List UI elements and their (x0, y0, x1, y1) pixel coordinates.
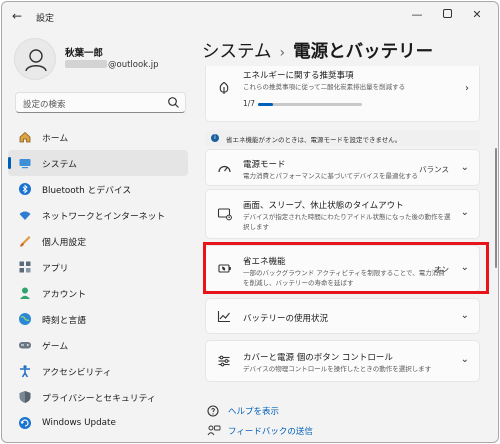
sleep-desc-line2: 択します (243, 223, 269, 231)
chevron-down-icon: ⌄ (460, 354, 469, 365)
speedometer-icon (218, 165, 231, 173)
sidebar-item-label: 時刻と言語 (42, 315, 86, 326)
battery-usage-title: バッテリーの使用状況 (243, 314, 329, 324)
breadcrumb: システム › 電源とバッテリー (202, 38, 433, 63)
user-name: 秋葉一郎 (65, 48, 104, 59)
globe-icon (18, 312, 32, 326)
info-notice: i 省エネ機能がオンのときは、電源モードを設定できません。 (205, 130, 480, 146)
minimize-button[interactable]: — (402, 4, 432, 26)
search-placeholder: 設定の検索 (23, 100, 66, 110)
sidebar-item-system[interactable]: システム (8, 150, 188, 176)
sidebar-item-label: システム (42, 159, 77, 170)
sidebar-item-accounts[interactable]: アカウント (8, 280, 188, 306)
page-title: 電源とバッテリー (293, 42, 434, 62)
scrollbar[interactable] (495, 148, 497, 268)
title-bar: ← 設定 — ✕ (2, 2, 498, 32)
wifi-icon (18, 208, 32, 222)
info-icon: i (211, 134, 219, 142)
sidebar-item-label: アクセシビリティ (42, 367, 112, 378)
sidebar-item-label: アカウント (42, 289, 86, 300)
close-button[interactable]: ✕ (462, 4, 492, 26)
energy-title: エネルギーに関する推奨事項 (243, 71, 354, 81)
lid-desc: デバイスの物理コントロールを操作したときの動作を選択します (243, 365, 432, 373)
sidebar-item-label: Windows Update (42, 418, 116, 428)
sleep-title: 画面、スリープ、休止状態のタイムアウト (243, 201, 404, 211)
power-mode-title: 電源モード (243, 160, 286, 170)
sidebar-item-personalization[interactable]: 個人用設定 (8, 228, 188, 254)
email-suffix: @outlook.jp (108, 60, 159, 70)
screen-sleep-card[interactable]: 画面、スリープ、休止状態のタイムアウト デバイスが指定された時間にわたりアイドル… (205, 189, 480, 239)
energy-desc: これらの推奨事項に従って二酸化炭素排出量を削減する (243, 83, 406, 91)
brush-icon (18, 234, 32, 248)
sidebar-item-label: アプリ (42, 263, 69, 274)
breadcrumb-separator: › (279, 45, 286, 61)
progress-bar (258, 103, 362, 106)
accessibility-icon (18, 364, 32, 378)
sidebar-item-home[interactable]: ホーム (8, 124, 188, 150)
sidebar-item-bluetooth[interactable]: Bluetooth とデバイス (8, 176, 188, 202)
maximize-icon (442, 9, 452, 18)
progress-label: 1/7 (243, 99, 256, 108)
chevron-down-icon: ⌄ (460, 207, 469, 218)
chart-icon (217, 311, 230, 323)
highlight-box (203, 242, 489, 294)
sidebar-item-network[interactable]: ネットワークとインターネット (8, 202, 188, 228)
sidebar-item-accessibility[interactable]: アクセシビリティ (8, 358, 188, 384)
shield-icon (18, 390, 32, 404)
chevron-right-icon: › (465, 83, 469, 94)
sidebar-item-label: ホーム (42, 133, 69, 144)
sidebar-item-label: ゲーム (42, 341, 69, 352)
energy-recommendations-card[interactable]: エネルギーに関する推奨事項 これらの推奨事項に従って二酸化炭素排出量を削減する … (205, 66, 480, 122)
leaf-icon (219, 81, 229, 94)
feedback-link[interactable]: フィードバックの送信 (207, 425, 313, 437)
update-icon (18, 416, 32, 430)
sidebar-item-windows-update[interactable]: Windows Update (8, 410, 188, 436)
notice-text: 省エネ機能がオンのときは、電源モードを設定できません。 (226, 136, 402, 144)
sidebar-item-label: ネットワークとインターネット (42, 211, 166, 222)
back-arrow-icon[interactable]: ← (12, 9, 22, 23)
sidebar-item-time-language[interactable]: 時刻と言語 (8, 306, 188, 332)
progress-fill (258, 103, 273, 106)
power-mode-dropdown[interactable]: バランス (419, 164, 449, 175)
bluetooth-icon (18, 182, 32, 196)
user-email: @outlook.jp (65, 60, 159, 70)
maximize-button[interactable] (432, 4, 462, 26)
sidebar-item-label: 個人用設定 (42, 237, 86, 248)
settings-window: ← 設定 — ✕ 秋葉一郎 @outlook.jp 設定の検索 ホーム システム (1, 1, 499, 443)
sleep-desc-line1: デバイスが指定された時間にわたりアイドル状態になった後の動作を選 (243, 213, 451, 221)
gamepad-icon (18, 338, 32, 352)
help-icon (207, 405, 221, 417)
feedback-label: フィードバックの送信 (228, 427, 313, 437)
controls-icon (218, 355, 230, 367)
get-help-link[interactable]: ヘルプを表示 (207, 405, 279, 417)
email-redaction (65, 60, 107, 68)
system-icon (18, 156, 32, 170)
sidebar-item-label: プライバシーとセキュリティ (42, 393, 156, 404)
sidebar-nav: ホーム システム Bluetooth とデバイス ネットワークとインターネット … (8, 124, 188, 436)
lid-title: カバーと電源 個のボタン コントロール (243, 353, 393, 363)
lid-power-buttons-card[interactable]: カバーと電源 個のボタン コントロール デバイスの物理コントロールを操作したとき… (205, 340, 480, 382)
battery-usage-card[interactable]: バッテリーの使用状況 ⌄ (205, 298, 480, 334)
account-icon (18, 286, 32, 300)
search-icon (168, 97, 179, 108)
sidebar-item-gaming[interactable]: ゲーム (8, 332, 188, 358)
sidebar-item-apps[interactable]: アプリ (8, 254, 188, 280)
feedback-icon (207, 425, 221, 437)
sidebar-item-label: Bluetooth とデバイス (42, 185, 132, 196)
apps-icon (18, 260, 32, 274)
breadcrumb-parent[interactable]: システム (202, 42, 271, 62)
person-icon (25, 49, 47, 72)
screen-sleep-icon (217, 208, 232, 221)
sidebar-item-privacy[interactable]: プライバシーとセキュリティ (8, 384, 188, 410)
power-mode-desc: 電力消費とパフォーマンスに基づいてデバイスを最適化する (243, 172, 418, 180)
power-mode-card[interactable]: 電源モード 電力消費とパフォーマンスに基づいてデバイスを最適化する バランス ⌄ (205, 149, 480, 186)
window-title: 設定 (36, 14, 55, 24)
avatar[interactable] (14, 38, 56, 80)
home-icon (18, 130, 32, 144)
chevron-down-icon: ⌄ (460, 162, 469, 173)
get-help-label: ヘルプを表示 (228, 407, 280, 417)
chevron-down-icon: ⌄ (460, 310, 469, 321)
search-input[interactable]: 設定の検索 (15, 92, 186, 113)
